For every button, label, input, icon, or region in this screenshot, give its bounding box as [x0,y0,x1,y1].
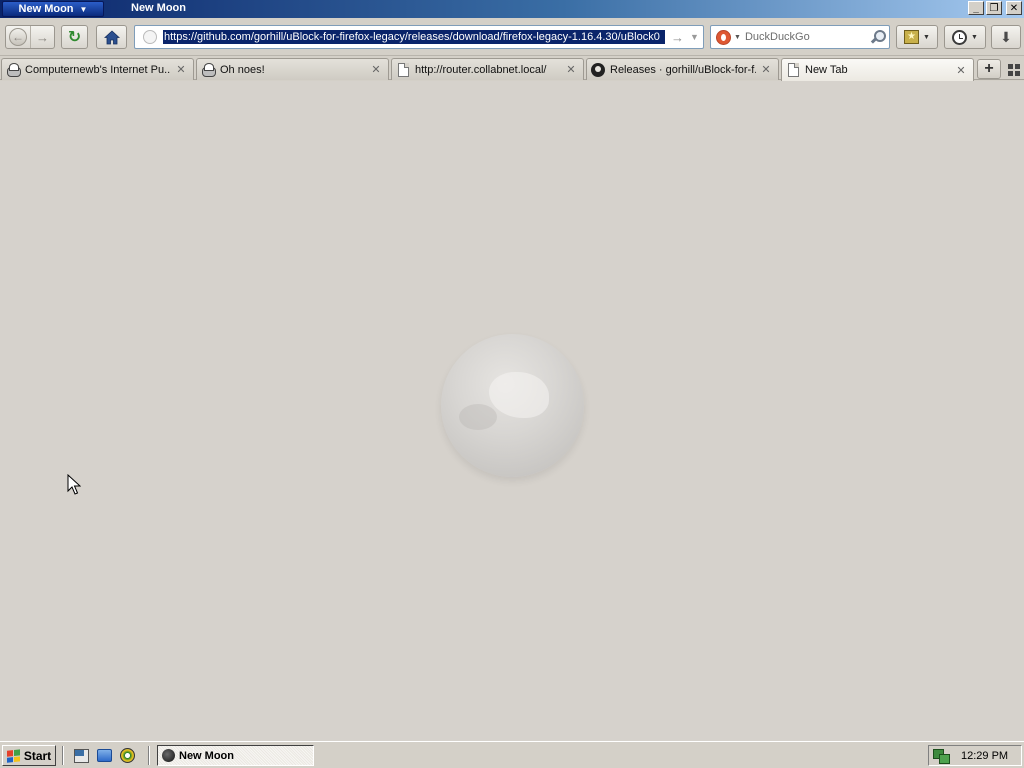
search-input[interactable]: DuckDuckGo [745,31,869,43]
show-desktop-button[interactable] [73,747,90,764]
search-engine-dropdown-icon[interactable]: ▼ [734,34,741,41]
duckduckgo-icon[interactable] [716,29,731,45]
github-icon [591,62,605,77]
tab-label: Computernewb's Internet Pu... [25,63,171,76]
taskbar-item-label: New Moon [179,749,234,762]
home-button[interactable] [96,25,127,49]
new-tab-button[interactable]: + [977,59,1001,79]
quick-launch-media-button[interactable] [119,747,136,764]
tab-close-icon[interactable]: ✕ [955,64,967,77]
windows-logo-icon [6,748,21,763]
downloads-button[interactable]: ⬇ [991,25,1021,49]
taskbar-separator [148,746,150,765]
url-bar[interactable]: https://github.com/gorhill/uBlock-for-fi… [134,25,704,49]
minimize-button[interactable]: _ [968,1,984,15]
history-clock-icon [952,29,968,45]
window-title: New Moon [131,2,186,14]
taskbar-item-new-moon[interactable]: New Moon [157,745,314,766]
bookmarks-button[interactable]: ★ ▼ [896,25,938,49]
back-button[interactable]: ← [6,26,30,48]
restore-button[interactable]: ❐ [986,1,1002,15]
url-input[interactable]: https://github.com/gorhill/uBlock-for-fi… [163,30,665,44]
folder-icon [97,749,112,762]
chevron-down-icon: ▼ [79,4,88,14]
system-tray: 12:29 PM [928,745,1022,766]
forward-arrow-icon: → [35,29,49,45]
tab-label: Oh noes! [220,63,265,76]
tab-close-icon[interactable]: ✕ [760,64,772,76]
reload-button[interactable]: ↻ [61,25,88,49]
back-forward-group: ← → [5,25,55,49]
go-arrow-icon[interactable]: → [671,30,684,45]
download-icon: ⬇ [1000,28,1012,45]
computernewb-favicon-icon [6,62,21,77]
new-moon-logo [441,334,584,477]
tab-close-icon[interactable]: ✕ [565,64,577,76]
tray-clock[interactable]: 12:29 PM [961,750,1008,762]
tab-new-tab[interactable]: New Tab ✕ [781,58,974,81]
site-identity-icon[interactable] [143,30,157,44]
window-controls: _ ❐ ✕ [968,1,1022,15]
tab-oh-noes[interactable]: Oh noes! ✕ [196,58,389,80]
network-icon[interactable] [933,748,950,764]
media-player-icon [120,748,135,763]
reload-icon: ↻ [67,29,82,46]
list-all-tabs-icon[interactable] [1006,62,1022,78]
tab-strip: Computernewb's Internet Pu... ✕ Oh noes!… [0,57,1024,81]
chevron-down-icon: ▼ [923,33,930,41]
history-button[interactable]: ▼ [944,25,986,49]
tab-releases[interactable]: Releases · gorhill/uBlock-for-f... ✕ [586,58,779,80]
mouse-cursor-icon [67,474,81,495]
new-tab-page [0,81,1024,741]
tab-label: Releases · gorhill/uBlock-for-f... [610,63,756,76]
tab-label: http://router.collabnet.local/ [415,63,547,76]
taskbar: Start New Moon 12:29 PM [0,741,1024,768]
start-button[interactable]: Start [2,745,56,766]
navigation-toolbar: ← → ↻ https://github.com/gorhill/uBlock-… [0,18,1024,56]
tab-close-icon[interactable]: ✕ [370,64,382,76]
start-label: Start [23,748,52,763]
search-bar[interactable]: ▼ DuckDuckGo [710,25,890,49]
home-icon [103,29,120,44]
tab-close-icon[interactable]: ✕ [175,64,187,76]
tab-router[interactable]: http://router.collabnet.local/ ✕ [391,58,584,80]
tab-label: New Tab [805,64,848,76]
url-history-dropdown-icon[interactable]: ▼ [690,32,699,42]
close-button[interactable]: ✕ [1006,1,1022,15]
search-icon[interactable] [869,29,886,45]
bookmark-star-icon: ★ [904,30,920,44]
page-icon [787,63,799,77]
taskbar-separator [62,746,64,765]
title-bar: New Moon ▼ New Moon _ ❐ ✕ [0,0,1024,18]
computernewb-favicon-icon [201,62,216,77]
quick-launch-folder-button[interactable] [96,747,113,764]
new-moon-app-icon [162,749,175,762]
chevron-down-icon: ▼ [971,33,978,41]
app-menu-label: New Moon [18,3,74,15]
show-desktop-icon [74,748,89,763]
app-menu-button[interactable]: New Moon ▼ [2,1,104,17]
forward-button[interactable]: → [29,26,54,48]
tab-computernewb[interactable]: Computernewb's Internet Pu... ✕ [1,58,194,80]
page-icon [397,62,409,77]
back-arrow-icon: ← [8,28,27,46]
